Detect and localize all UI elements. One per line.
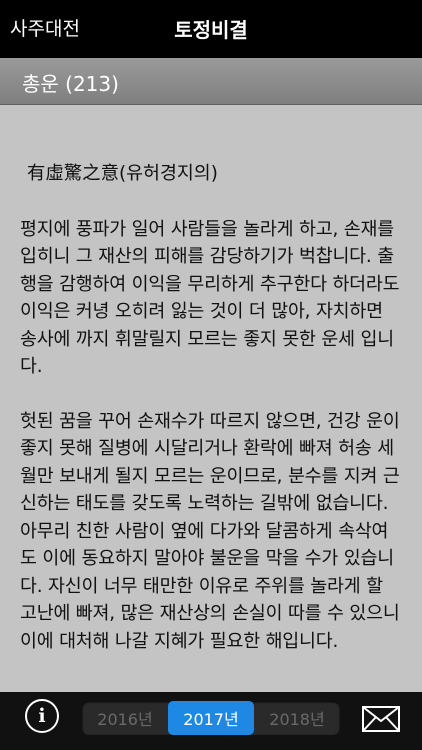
year-segment-2017[interactable]: 2017년 [168, 701, 254, 735]
bottom-toolbar: i 2016년 2017년 2018년 [0, 692, 422, 750]
fortune-paragraph: 평지에 풍파가 일어 사람들을 놀라게 하고, 손재를 입히니 그 재산의 피해… [20, 218, 400, 378]
fortune-paragraph: 헛된 꿈을 꾸어 손재수가 따르지 않으면, 건강 운이 좋지 못해 질병에 시… [20, 410, 400, 652]
year-segment-2018[interactable]: 2018년 [254, 701, 340, 735]
mail-icon[interactable] [362, 706, 400, 732]
navigation-bar: 사주대전 토정비결 [0, 0, 422, 58]
year-segment-2016[interactable]: 2016년 [82, 701, 168, 735]
page-title: 토정비결 [174, 18, 248, 42]
section-title: 총운 (213) [22, 72, 119, 96]
fortune-title: 有虛驚之意(유허경지의) [27, 163, 218, 184]
year-selector[interactable]: 2016년 2017년 2018년 [82, 701, 340, 735]
info-icon[interactable]: i [25, 699, 59, 733]
fortune-content[interactable]: 有虛驚之意(유허경지의) 평지에 풍파가 일어 사람들을 놀라게 하고, 손재를… [0, 105, 422, 692]
fortune-text: 有虛驚之意(유허경지의) 평지에 풍파가 일어 사람들을 놀라게 하고, 손재를… [0, 105, 422, 655]
section-header: 총운 (213) [0, 58, 422, 105]
info-icon-glyph: i [38, 705, 46, 727]
